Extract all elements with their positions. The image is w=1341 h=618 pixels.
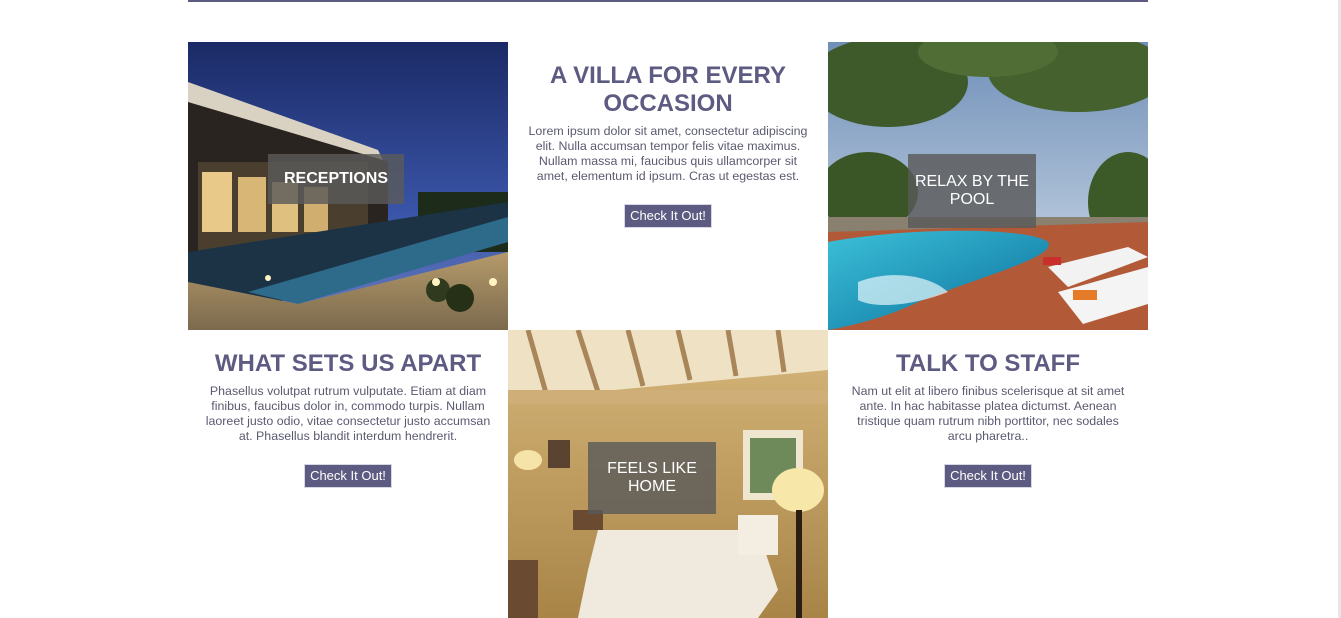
home-tile[interactable]: FEELS LIKE HOME (508, 330, 828, 618)
receptions-tile[interactable]: RECEPTIONS (188, 42, 508, 330)
pool-caption: RELAX BY THE POOL (908, 154, 1036, 228)
apart-body: Phasellus volutpat rutrum vulputate. Eti… (205, 384, 491, 443)
staff-body: Nam ut elit at libero finibus scelerisqu… (851, 384, 1125, 443)
staff-check-it-out-button[interactable]: Check It Out! (944, 464, 1032, 488)
villa-body: Lorem ipsum dolor sit amet, consectetur … (528, 124, 808, 183)
staff-heading: TALK TO STAFF (896, 350, 1080, 377)
pool-tile[interactable]: RELAX BY THE POOL (828, 42, 1148, 330)
home-caption: FEELS LIKE HOME (588, 442, 716, 514)
villa-tile: A VILLA FOR EVERY OCCASION Lorem ipsum d… (508, 42, 828, 330)
top-divider (188, 0, 1148, 2)
staff-tile: TALK TO STAFF Nam ut elit at libero fini… (828, 330, 1148, 618)
villa-check-it-out-button[interactable]: Check It Out! (624, 204, 712, 228)
apart-heading: WHAT SETS US APART (214, 350, 482, 377)
apart-tile: WHAT SETS US APART Phasellus volutpat ru… (188, 330, 508, 618)
apart-check-it-out-button[interactable]: Check It Out! (304, 464, 392, 488)
receptions-caption: RECEPTIONS (268, 154, 404, 204)
villa-heading: A VILLA FOR EVERY OCCASION (549, 62, 786, 117)
